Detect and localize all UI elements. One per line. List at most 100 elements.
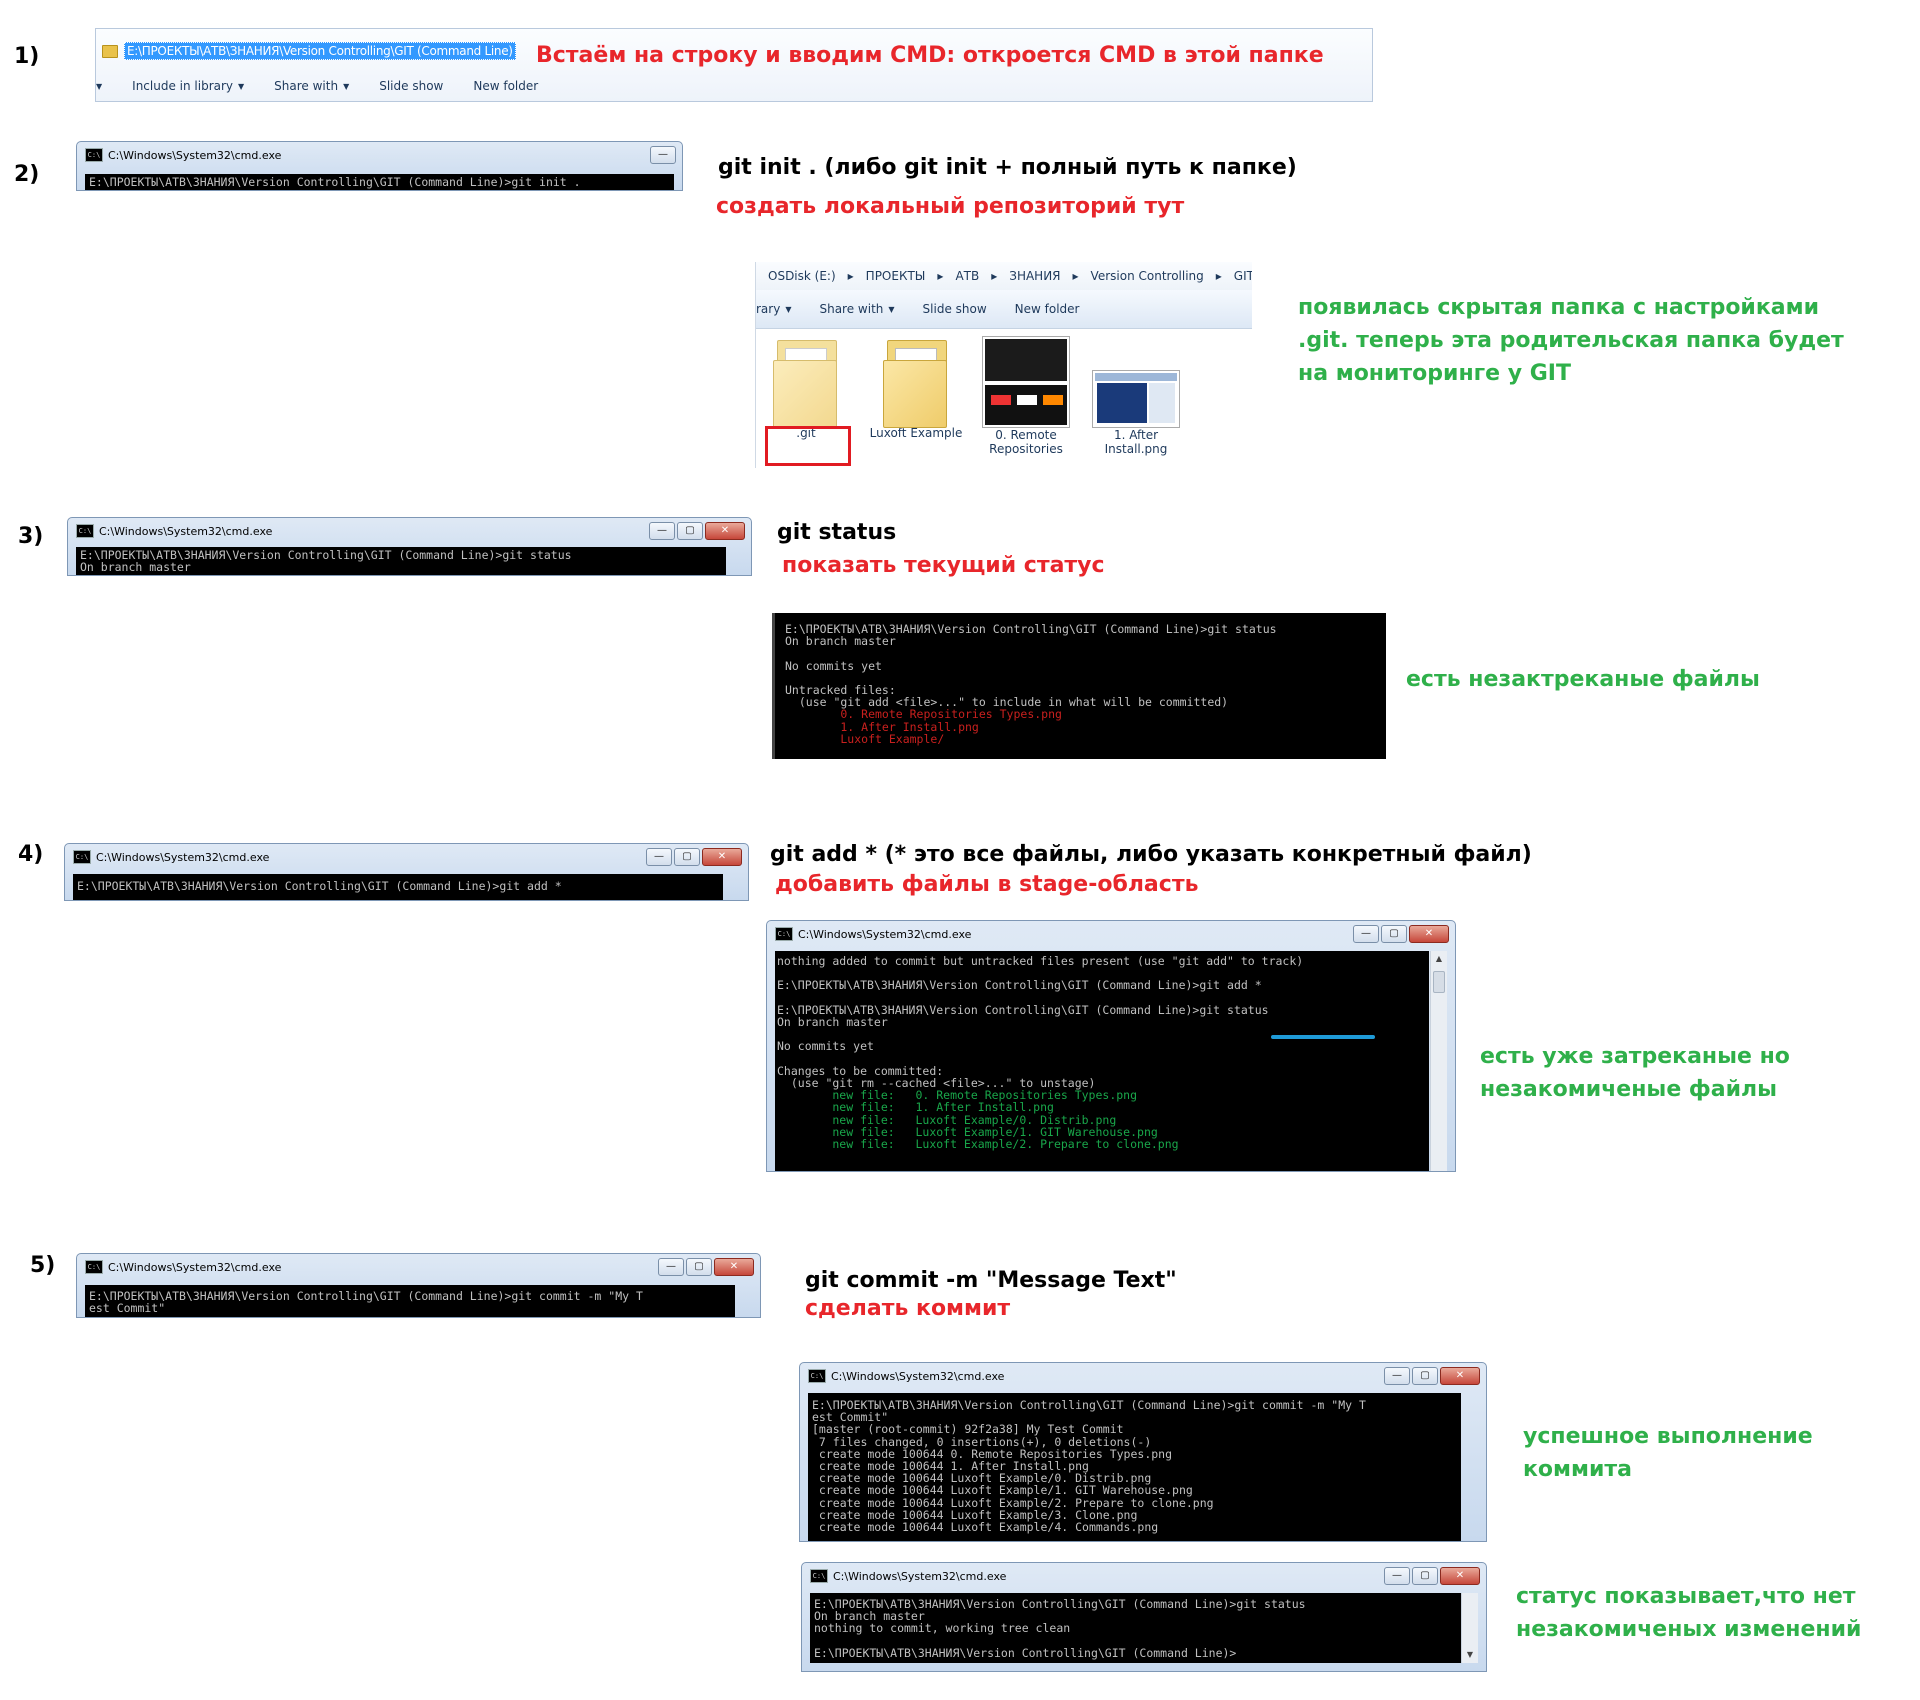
breadcrumb-item[interactable]: OSDisk (E:) — [768, 269, 836, 283]
step3-description: показать текущий статус — [782, 553, 1105, 578]
minimize-button[interactable]: — — [649, 522, 675, 540]
explorer-toolbar: ▼ Include in library ▼ Share with ▼ Slide … — [96, 75, 1372, 97]
minimize-button[interactable]: — — [1353, 925, 1379, 943]
status-output-text: nothing added to commit but untracked fi… — [777, 954, 1304, 1091]
new-folder-button[interactable]: New folder — [473, 79, 538, 93]
breadcrumb-item[interactable]: ЗНАНИЯ — [1009, 269, 1060, 283]
cmd-output: E:\ПРОЕКТЫ\АТВ\ЗНАНИЯ\Version Controllin… — [85, 174, 674, 190]
cmd-title-text: C:\Windows\System32\cmd.exe — [833, 1569, 1007, 1583]
minimize-button[interactable]: — — [646, 848, 672, 866]
address-text[interactable]: E:\ПРОЕКТЫ\АТВ\ЗНАНИЯ\Version Controllin… — [124, 42, 516, 60]
cmd-titlebar: C:\ C:\Windows\System32\cmd.exe — [76, 523, 272, 539]
step4-command: git add * (* это все файлы, либо указать… — [770, 842, 1532, 867]
cmd-icon: C:\ — [775, 927, 793, 941]
vertical-scrollbar[interactable]: ▲ — [1430, 951, 1447, 1171]
share-with-button[interactable]: Share with ▼ — [819, 302, 894, 316]
share-with-button[interactable]: Share with ▼ — [274, 79, 349, 93]
image-thumbnail-icon — [1092, 370, 1180, 428]
breadcrumb-item[interactable]: ПРОЕКТЫ — [866, 269, 926, 283]
step2-description: создать локальный репозиторий тут — [716, 194, 1185, 219]
file-item-remote-repositories[interactable]: 0. Remote Repositories — [976, 336, 1076, 456]
image-thumbnail-icon — [982, 336, 1070, 428]
step2-command: git init . (либо git init + полный путь … — [718, 155, 1297, 180]
maximize-button[interactable]: ▢ — [674, 848, 700, 866]
step5-command: git commit -m "Message Text" — [805, 1268, 1177, 1293]
step2-note: появилась скрытая папка с настройками .g… — [1298, 295, 1844, 386]
include-in-library-button[interactable]: rary ▼ — [756, 302, 791, 316]
chevron-right-icon: ▸ — [1215, 269, 1222, 283]
file-item-git[interactable]: .git — [756, 336, 856, 440]
step-number-1: 1) — [14, 44, 40, 69]
cmd-titlebar: C:\ C:\Windows\System32\cmd.exe — [85, 1259, 281, 1275]
minimize-button[interactable]: — — [1384, 1367, 1410, 1385]
cmd-icon: C:\ — [810, 1569, 828, 1583]
cmd-title-text: C:\Windows\System32\cmd.exe — [96, 850, 270, 864]
breadcrumb[interactable]: OSDisk (E:) ▸ ПРОЕКТЫ ▸ АТВ ▸ ЗНАНИЯ ▸ Versi… — [756, 262, 1252, 291]
cmd-window-step4: C:\ C:\Windows\System32\cmd.exe — ▢ ✕ E:… — [64, 843, 749, 901]
file-label: 0. Remote Repositories — [989, 428, 1063, 456]
cmd-window-controls: — ▢ ✕ — [1382, 1367, 1480, 1385]
cmd-window-step4-status: C:\ C:\Windows\System32\cmd.exe — ▢ ✕ no… — [766, 920, 1456, 1172]
step1-note: Встаём на строку и вводим CMD: откроется… — [536, 43, 1324, 68]
scroll-down-icon[interactable]: ▼ — [1462, 1647, 1478, 1663]
close-button[interactable]: ✕ — [1440, 1567, 1480, 1585]
chevron-down-icon: ▼ — [343, 81, 350, 91]
file-item-luxoft-example[interactable]: Luxoft Example — [866, 336, 966, 440]
new-folder-button[interactable]: New folder — [1015, 302, 1080, 316]
maximize-button[interactable]: ▢ — [686, 1258, 712, 1276]
chevron-down-icon: ▼ — [888, 304, 895, 314]
slide-show-button[interactable]: Slide show — [379, 79, 443, 93]
file-item-after-install[interactable]: 1. After Install.png — [1086, 336, 1186, 456]
chevron-down-icon: ▼ — [238, 81, 245, 91]
folder-icon — [881, 336, 951, 428]
highlight-underline — [1271, 1035, 1375, 1039]
step3-command: git status — [777, 520, 897, 545]
close-button[interactable]: ✕ — [705, 522, 745, 540]
cmd-icon: C:\ — [808, 1369, 826, 1383]
step5-note-commit: успешное выполнение коммита — [1523, 1424, 1813, 1482]
breadcrumb-item[interactable]: АТВ — [955, 269, 979, 283]
cmd-output: E:\ПРОЕКТЫ\АТВ\ЗНАНИЯ\Version Controllin… — [808, 1393, 1461, 1541]
close-button[interactable]: ✕ — [714, 1258, 754, 1276]
vertical-scrollbar[interactable]: ▼ — [1461, 1593, 1478, 1663]
cmd-window-step5-commit: C:\ C:\Windows\System32\cmd.exe — ▢ ✕ E:… — [799, 1362, 1487, 1542]
breadcrumb-item[interactable]: Version Controlling — [1091, 269, 1204, 283]
maximize-button[interactable]: ▢ — [1412, 1367, 1438, 1385]
step5-description: сделать коммит — [805, 1296, 1011, 1321]
close-button[interactable]: ✕ — [702, 848, 742, 866]
include-in-library-button[interactable]: Include in library ▼ — [132, 79, 244, 93]
close-button[interactable]: ✕ — [1440, 1367, 1480, 1385]
cmd-window-controls: — ▢ ✕ — [656, 1258, 754, 1276]
chevron-down-icon[interactable]: ▼ — [96, 82, 102, 91]
step-number-4: 4) — [18, 842, 44, 867]
minimize-button[interactable]: — — [650, 146, 676, 164]
minimize-button[interactable]: — — [658, 1258, 684, 1276]
scroll-up-icon[interactable]: ▲ — [1431, 951, 1447, 967]
cmd-icon: C:\ — [73, 850, 91, 864]
cmd-window-controls: — — [648, 146, 676, 164]
step-number-2: 2) — [14, 162, 40, 187]
close-button[interactable]: ✕ — [1409, 925, 1449, 943]
cmd-title-text: C:\Windows\System32\cmd.exe — [108, 1260, 282, 1274]
cmd-title-text: C:\Windows\System32\cmd.exe — [798, 927, 972, 941]
cmd-window-step5-status: C:\ C:\Windows\System32\cmd.exe — ▢ ✕ E:… — [801, 1562, 1487, 1672]
maximize-button[interactable]: ▢ — [677, 522, 703, 540]
cmd-title-text: C:\Windows\System32\cmd.exe — [99, 524, 273, 538]
cmd-title-text: C:\Windows\System32\cmd.exe — [108, 148, 282, 162]
minimize-button[interactable]: — — [1384, 1567, 1410, 1585]
scrollbar-thumb[interactable] — [1433, 971, 1445, 993]
cmd-window-controls: — ▢ ✕ — [647, 522, 745, 540]
maximize-button[interactable]: ▢ — [1381, 925, 1407, 943]
cmd-output: E:\ПРОЕКТЫ\АТВ\ЗНАНИЯ\Version Controllin… — [810, 1593, 1461, 1663]
chevron-right-icon: ▸ — [937, 269, 944, 283]
maximize-button[interactable]: ▢ — [1412, 1567, 1438, 1585]
slide-show-button[interactable]: Slide show — [923, 302, 987, 316]
cmd-titlebar: C:\ C:\Windows\System32\cmd.exe — [85, 147, 281, 163]
explorer-toolbar: rary ▼ Share with ▼ Slide show New folder — [756, 290, 1252, 329]
file-label: 1. After Install.png — [1104, 428, 1168, 456]
cmd-title-text: C:\Windows\System32\cmd.exe — [831, 1369, 1005, 1383]
staged-files-list: new file: 0. Remote Repositories Types.p… — [832, 1088, 1179, 1152]
cmd-titlebar: C:\ C:\Windows\System32\cmd.exe — [810, 1568, 1006, 1584]
folder-icon — [771, 336, 841, 428]
breadcrumb-item[interactable]: GIT (Comman — [1234, 269, 1252, 283]
